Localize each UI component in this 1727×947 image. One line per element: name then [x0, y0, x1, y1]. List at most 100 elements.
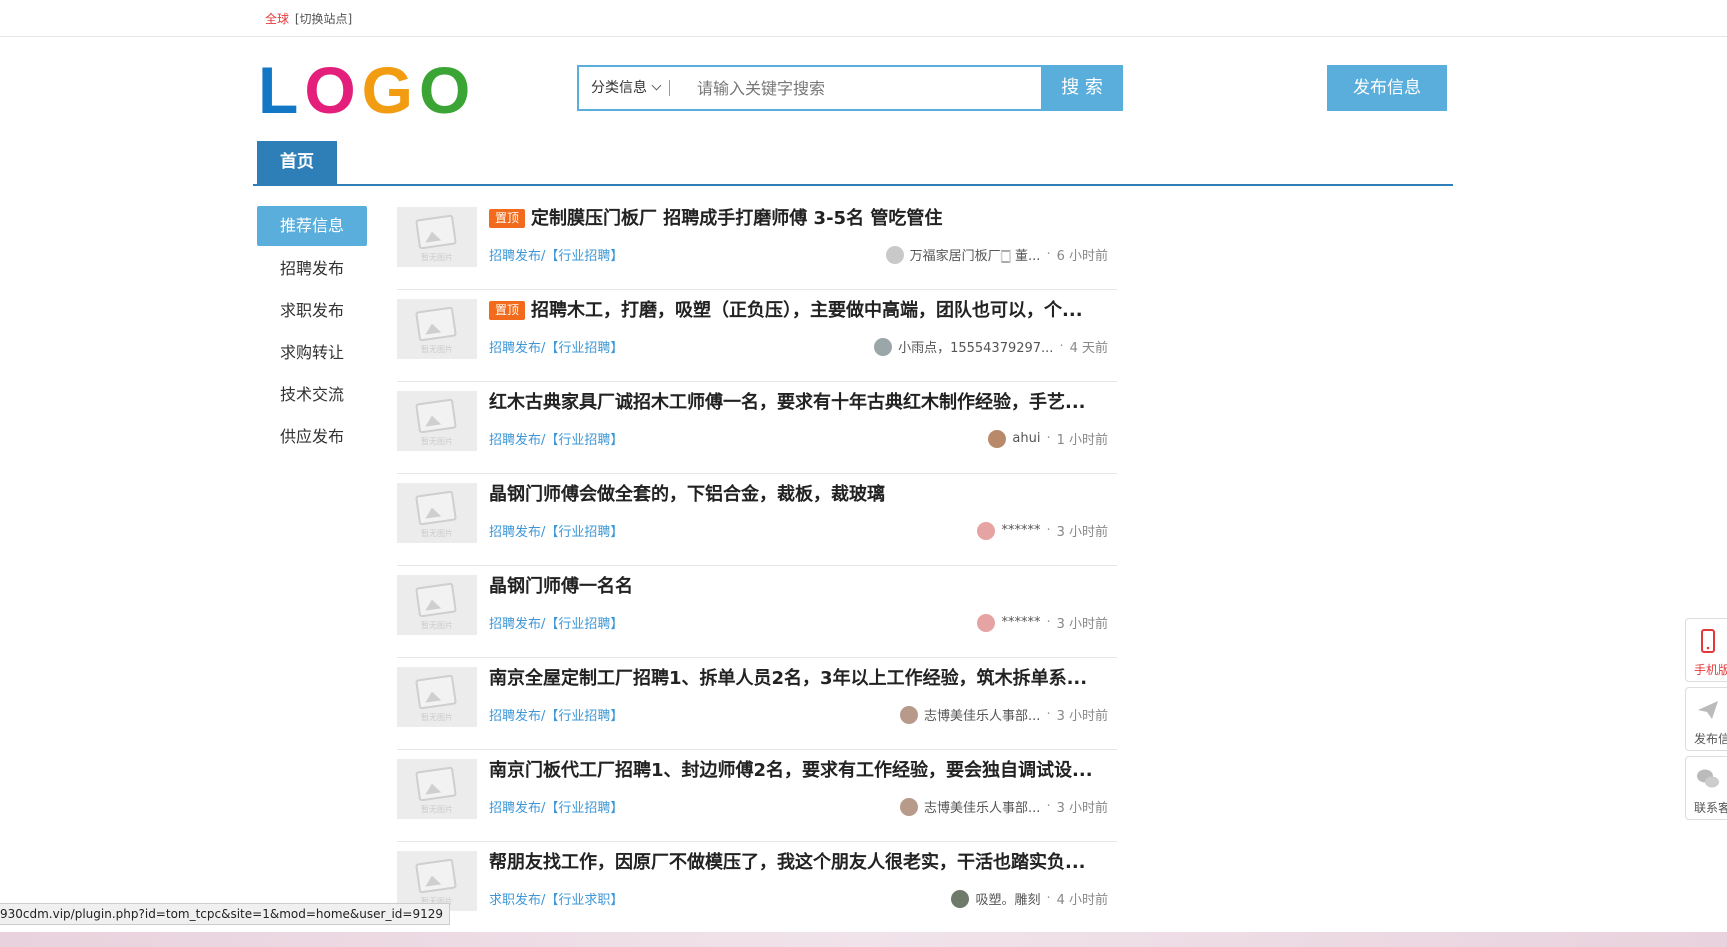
author-name[interactable]: 志博美佳乐人事部... [924, 797, 1040, 816]
list-item[interactable]: 暂无图片 南京全屋定制工厂招聘1、拆单人员2名，3年以上工作经验，筑木拆单系...… [397, 658, 1117, 750]
os-taskbar [0, 932, 1727, 947]
item-category-link[interactable]: 招聘发布/【行业招聘】 [489, 337, 623, 356]
image-placeholder-icon [415, 674, 457, 710]
meta-separator: · [1046, 431, 1051, 446]
author-name[interactable]: ahui [1012, 431, 1040, 446]
avatar[interactable] [885, 245, 904, 264]
author-name[interactable]: 吸塑。雕刻 [975, 889, 1040, 908]
list-item[interactable]: 暂无图片 置顶 定制膜压门板厂 招聘成手打磨师傅 3-5名 管吃管住招聘发布/【行业… [397, 198, 1117, 290]
item-title[interactable]: 置顶 招聘木工，打磨，吸塑（正负压），主要做中高端，团队也可以，个... [489, 298, 1109, 324]
nav-tab-home[interactable]: 首页 [257, 141, 337, 184]
avatar[interactable] [874, 337, 893, 356]
thumbnail-caption: 暂无图片 [421, 345, 453, 354]
meta-separator: · [1046, 891, 1051, 906]
item-category-link[interactable]: 招聘发布/【行业招聘】 [489, 429, 623, 448]
thumbnail[interactable]: 暂无图片 [397, 483, 477, 543]
publish-info-floater[interactable]: 发布信息 [1685, 687, 1727, 751]
post-time: 1 小时前 [1056, 433, 1108, 448]
author-name[interactable]: ****** [1001, 523, 1040, 538]
floater-label: 手机版 [1694, 663, 1727, 677]
mobile-version-button[interactable]: 手机版 [1685, 618, 1727, 682]
item-category-link[interactable]: 招聘发布/【行业招聘】 [489, 521, 623, 540]
meta-separator: · [1046, 523, 1051, 538]
status-bar-url: 930cdm.vip/plugin.php?id=tom_tcpc&site=1… [0, 903, 450, 925]
item-category-link[interactable]: 招聘发布/【行业招聘】 [489, 613, 623, 632]
item-title[interactable]: 晶钢门师傅会做全套的，下铝合金，裁板，裁玻璃 [489, 482, 1109, 508]
sidebar: 推荐信息 招聘发布 求职发布 求购转让 技术交流 供应发布 [257, 206, 367, 458]
sidebar-item-buy-transfer[interactable]: 求购转让 [257, 332, 367, 374]
sidebar-item-job-seek[interactable]: 求职发布 [257, 290, 367, 332]
item-title-text: 晶钢门师傅会做全套的，下铝合金，裁板，裁玻璃 [489, 484, 885, 505]
item-title-text: 定制膜压门板厂 招聘成手打磨师傅 3-5名 管吃管住 [531, 208, 943, 229]
item-category-link[interactable]: 招聘发布/【行业招聘】 [489, 705, 623, 724]
main-nav: 首页 [253, 141, 1453, 186]
thumbnail[interactable]: 暂无图片 [397, 299, 477, 359]
author-name[interactable]: 万福家居门板厂🀆 董... [910, 245, 1041, 264]
item-title[interactable]: 置顶 定制膜压门板厂 招聘成手打磨师傅 3-5名 管吃管住 [489, 206, 1109, 232]
item-title[interactable]: 晶钢门师傅一名名 [489, 574, 1109, 600]
thumbnail[interactable]: 暂无图片 [397, 851, 477, 911]
thumbnail[interactable]: 暂无图片 [397, 391, 477, 451]
sidebar-item-recommended[interactable]: 推荐信息 [257, 206, 367, 246]
item-title-text: 南京门板代工厂招聘1、封边师傅2名，要求有工作经验，要会独自调试设... [489, 760, 1093, 781]
item-category-link[interactable]: 招聘发布/【行业招聘】 [489, 245, 623, 264]
logo-letter: O [419, 53, 477, 127]
item-meta: 志博美佳乐人事部... · 3 小时前 [900, 705, 1108, 724]
avatar[interactable] [988, 429, 1007, 448]
logo-letter: L [258, 53, 305, 127]
item-title-text: 帮朋友找工作，因原厂不做模压了，我这个朋友人很老实，干活也踏实负... [489, 852, 1086, 873]
list-item[interactable]: 暂无图片 南京门板代工厂招聘1、封边师傅2名，要求有工作经验，要会独自调试设...… [397, 750, 1117, 842]
sidebar-item-tech-exchange[interactable]: 技术交流 [257, 374, 367, 416]
post-time: 3 小时前 [1056, 525, 1108, 540]
floating-toolbar: 手机版 发布信息 联系客服 [1685, 618, 1727, 825]
thumbnail[interactable]: 暂无图片 [397, 759, 477, 819]
site-switcher[interactable]: 全球 [切换站点] [265, 10, 352, 27]
post-time: 3 小时前 [1056, 709, 1108, 724]
post-time: 4 小时前 [1056, 893, 1108, 908]
item-category-link[interactable]: 招聘发布/【行业招聘】 [489, 797, 623, 816]
customer-service-floater[interactable]: 联系客服 [1685, 756, 1727, 820]
meta-separator: · [1059, 339, 1064, 354]
item-title[interactable]: 帮朋友找工作，因原厂不做模压了，我这个朋友人很老实，干活也踏实负... [489, 850, 1109, 876]
thumbnail[interactable]: 暂无图片 [397, 667, 477, 727]
thumbnail-caption: 暂无图片 [421, 713, 453, 722]
avatar[interactable] [900, 797, 919, 816]
site-logo[interactable]: LOGO [258, 52, 476, 128]
author-name[interactable]: 小雨点，15554379297... [898, 337, 1053, 356]
avatar[interactable] [977, 521, 996, 540]
author-name[interactable]: ****** [1001, 615, 1040, 630]
author-name[interactable]: 志博美佳乐人事部... [924, 705, 1040, 724]
thumbnail-caption: 暂无图片 [421, 253, 453, 262]
list-item[interactable]: 暂无图片 红木古典家具厂诚招木工师傅一名，要求有十年古典红木制作经验，手艺... 招… [397, 382, 1117, 474]
item-meta: 万福家居门板厂🀆 董... · 6 小时前 [885, 245, 1108, 264]
thumbnail-caption: 暂无图片 [421, 805, 453, 814]
item-title[interactable]: 红木古典家具厂诚招木工师傅一名，要求有十年古典红木制作经验，手艺... [489, 390, 1109, 416]
item-title[interactable]: 南京全屋定制工厂招聘1、拆单人员2名，3年以上工作经验，筑木拆单系... [489, 666, 1109, 692]
switch-site-link[interactable]: [切换站点] [295, 12, 352, 26]
post-time: 6 小时前 [1056, 249, 1108, 264]
item-title[interactable]: 南京门板代工厂招聘1、封边师傅2名，要求有工作经验，要会独自调试设... [489, 758, 1109, 784]
sidebar-item-supply[interactable]: 供应发布 [257, 416, 367, 458]
avatar[interactable] [977, 613, 996, 632]
search-category-label: 分类信息 [591, 80, 647, 96]
thumbnail[interactable]: 暂无图片 [397, 575, 477, 635]
item-title-text: 红木古典家具厂诚招木工师傅一名，要求有十年古典红木制作经验，手艺... [489, 392, 1086, 413]
item-meta: ****** · 3 小时前 [977, 613, 1108, 632]
avatar[interactable] [951, 889, 970, 908]
pinned-badge: 置顶 [489, 209, 526, 228]
sidebar-item-recruit[interactable]: 招聘发布 [257, 248, 367, 290]
publish-button[interactable]: 发布信息 [1327, 65, 1447, 111]
item-category-link[interactable]: 求职发布/【行业求职】 [489, 889, 623, 908]
list-item[interactable]: 暂无图片 晶钢门师傅会做全套的，下铝合金，裁板，裁玻璃 招聘发布/【行业招聘】 ***… [397, 474, 1117, 566]
floater-label: 发布信息 [1694, 732, 1727, 746]
list-item[interactable]: 暂无图片 帮朋友找工作，因原厂不做模压了，我这个朋友人很老实，干活也踏实负... 求… [397, 842, 1117, 934]
site-global-label: 全球 [265, 12, 290, 26]
search-input[interactable] [697, 73, 997, 103]
search-category-select[interactable]: 分类信息 [591, 67, 662, 109]
search-button[interactable]: 搜 索 [1041, 65, 1123, 111]
list-item[interactable]: 暂无图片 置顶 招聘木工，打磨，吸塑（正负压），主要做中高端，团队也可以，个... 招… [397, 290, 1117, 382]
list-item[interactable]: 暂无图片 晶钢门师傅一名名招聘发布/【行业招聘】 ****** · 3 小时前 [397, 566, 1117, 658]
image-placeholder-icon [415, 398, 457, 434]
avatar[interactable] [900, 705, 919, 724]
thumbnail[interactable]: 暂无图片 [397, 207, 477, 267]
